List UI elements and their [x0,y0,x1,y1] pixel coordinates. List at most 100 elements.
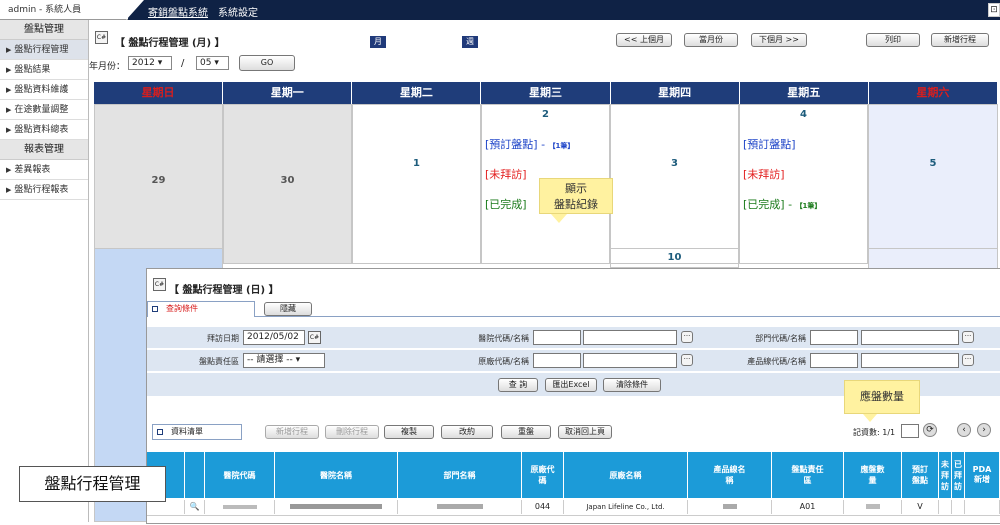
tooltip-show-records: 顯示 盤點紀錄 [539,178,613,214]
day-cell-29[interactable]: 29 [94,104,223,264]
hospital-code-input[interactable] [533,330,581,345]
product-line-lookup-icon[interactable]: ··· [962,354,974,366]
window-toggle-icon[interactable]: ⊡ [988,3,1000,17]
department-lookup-icon[interactable]: ··· [962,331,974,343]
col-hospital-code: 醫院代碼 [205,452,275,498]
prev-month-button[interactable]: << 上個月 [616,33,672,47]
hide-button[interactable]: 隱藏 [264,302,312,316]
sidebar-item-label: 盤點資料維護 [14,85,69,95]
refresh-icon[interactable]: ⟳ [923,423,937,437]
hospital-lookup-icon[interactable]: ··· [681,331,693,343]
department-label: 部門代碼/名稱 [755,334,806,343]
sidebar-item-schedule[interactable]: ▶ 盤點行程管理 [0,40,88,60]
day-cell-30[interactable]: 30 [223,104,352,264]
add-trip-button[interactable]: 新增行程 [265,425,319,439]
factory-lookup-icon[interactable]: ··· [681,354,693,366]
year-select[interactable]: 2012 ▾ [128,56,172,70]
weekday-fri: 星期五 [739,82,869,104]
page-input[interactable] [901,424,919,438]
triangle-right-icon: ▶ [6,46,12,54]
tab-query-conditions[interactable]: 查詢條件 [147,301,255,317]
calendar-header: 星期日 星期一 星期二 星期三 星期四 星期五 星期六 [94,82,998,104]
prev-page-icon[interactable]: ‹ [957,423,971,437]
sidebar-item-in-transit[interactable]: ▶ 在途數量調整 [0,100,88,120]
col-not-visited: 未拜訪 [939,452,952,498]
current-month-button[interactable]: 當月份 [684,33,738,47]
sidebar-item-summary[interactable]: ▶ 盤點資料總表 [0,120,88,140]
nav-system-settings[interactable]: 系統設定 [218,4,258,19]
go-button[interactable]: GO [239,55,295,71]
col-view [185,452,205,498]
day-cell-1[interactable]: 1 [352,104,481,264]
tooltip-pointer [551,214,567,223]
redacted-text [436,504,483,509]
day-cell-10[interactable]: 10 [610,248,739,268]
day-cell-3[interactable]: 3 [610,104,739,264]
query-button[interactable]: 查 詢 [498,378,538,392]
event-count: 【1筆】 [795,202,822,210]
tooltip-expected-quantity: 應盤數量 [844,380,920,414]
triangle-right-icon: ▶ [6,166,12,174]
day-cell-4[interactable]: 4 [預訂盤點] [未拜訪] [已完成] - 【1筆】 [739,104,868,264]
event-not-visited[interactable]: [未拜訪] [485,166,527,182]
event-scheduled[interactable]: [預訂盤點] [743,136,796,152]
delete-trip-button[interactable]: 刪除行程 [325,425,379,439]
export-excel-button[interactable]: 匯出Excel [545,378,597,392]
new-trip-button[interactable]: 新增行程 [931,33,989,47]
next-month-button[interactable]: 下個月 >> [751,33,807,47]
event-completed[interactable]: [已完成] - 【1筆】 [743,196,821,212]
magnifier-icon[interactable]: 🔍 [185,500,205,514]
col-factory-name: 原廠名稱 [564,452,688,498]
col-department-name: 部門名稱 [398,452,522,498]
day-cell-5[interactable]: 5 [868,104,998,264]
sidebar-item-label: 盤點資料總表 [14,125,69,135]
tab-data-list[interactable]: 資料清單 [152,424,242,440]
row-checkbox-cell[interactable] [147,500,185,514]
back-button[interactable]: 取消回上頁 [558,425,612,439]
event-scheduled[interactable]: [預訂盤點] - 【1筆】 [485,136,574,152]
event-not-visited[interactable]: [未拜訪] [743,166,785,182]
copy-button[interactable]: 複製 [384,425,434,439]
weekday-sun: 星期日 [94,82,224,104]
reschedule-button[interactable]: 改約 [441,425,493,439]
next-page-icon[interactable]: › [977,423,991,437]
filter-row-2: 盤點責任區 -- 請選擇 -- ▾ 原廠代碼/名稱 ··· 產品線代碼/名稱 ·… [147,350,1000,372]
product-line-name-input[interactable] [861,353,959,368]
visit-date-input[interactable]: 2012/05/02 [243,330,305,345]
cell-not-visited [939,500,952,514]
factory-name-input[interactable] [583,353,677,368]
table-row[interactable]: 🔍 044 Japan Lifeline Co., Ltd. A01 V [147,500,1000,516]
sidebar-item-maintain[interactable]: ▶ 盤點資料維護 [0,80,88,100]
hospital-name-input[interactable] [583,330,677,345]
calendar-icon: C# [95,31,108,44]
sidebar-item-diff-report[interactable]: ▶ 差異報表 [0,160,88,180]
owner-select[interactable]: -- 請選擇 -- ▾ [243,353,325,368]
nav-consignment-system[interactable]: 寄銷盤點系統 [148,4,208,19]
print-button[interactable]: 列印 [866,33,920,47]
sidebar-item-results[interactable]: ▶ 盤點結果 [0,60,88,80]
tab-label: 資料清單 [171,427,203,436]
recount-button[interactable]: 重盤 [501,425,551,439]
factory-code-input[interactable] [533,353,581,368]
sidebar-item-label: 盤點結果 [14,65,51,75]
event-label: [預訂盤點] [485,138,538,151]
col-scheduled: 預訂盤點 [902,452,939,498]
clear-filters-button[interactable]: 清除條件 [603,378,661,392]
date-separator: / [181,58,185,69]
department-code-input[interactable] [810,330,858,345]
month-select[interactable]: 05 ▾ [196,56,229,70]
product-line-code-input[interactable] [810,353,858,368]
weekday-mon: 星期一 [223,82,353,104]
tab-month[interactable]: 月 [370,36,386,48]
sidebar-item-schedule-report[interactable]: ▶ 盤點行程報表 [0,180,88,200]
weekday-wed: 星期三 [481,82,611,104]
cell-owner: A01 [772,500,844,514]
calendar-picker-icon[interactable]: C# [308,331,321,344]
tab-week[interactable]: 週 [462,36,478,48]
factory-label: 原廠代碼/名稱 [478,357,529,366]
department-name-input[interactable] [861,330,959,345]
sidebar-item-label: 在途數量調整 [14,105,69,115]
cell-factory-code: 044 [522,500,564,514]
event-completed[interactable]: [已完成] [485,196,527,212]
event-count: 【1筆】 [548,142,575,150]
